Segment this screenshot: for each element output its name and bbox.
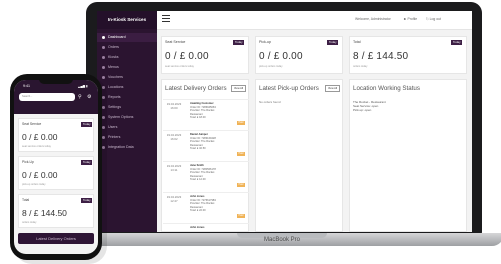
pickup-status: Pick-up: open	[353, 108, 372, 112]
today-badge: Today	[327, 40, 339, 45]
phone-stat-card-pickup: Pick-Up Today 0 / £ 0.00 pick-up orders …	[18, 156, 94, 190]
location-status-panel: Location Working Status The Rocket - Res…	[349, 79, 467, 232]
stat-card-pickup: Pick-up Today 0 / £ 0.00 pick-up orders …	[255, 36, 343, 74]
location-status-lines: The Rocket - Restaurant Seat Service: op…	[353, 100, 386, 112]
panel-title: Location Working Status	[353, 85, 420, 92]
stat-value: 0 / £ 0.00	[22, 132, 58, 142]
logout-link[interactable]: ⎋ Log out	[426, 17, 441, 21]
sidebar-item-menus[interactable]: Menus	[97, 63, 157, 72]
today-badge: Today	[451, 40, 463, 45]
stat-value: 0 / £ 0.00	[22, 170, 58, 180]
order-date: 19.04.2023 12:47	[166, 195, 182, 203]
today-badge: Today	[233, 40, 245, 45]
sidebar-item-vouchers[interactable]: Vouchers	[97, 73, 157, 82]
card-title: Total	[22, 198, 30, 202]
order-date: 19.04.2023 16:00	[166, 102, 182, 110]
stat-card-seat-service: Seat Service Today 0 / £ 0.00 seat servi…	[161, 36, 249, 74]
panel-title: Latest Delivery Orders	[165, 85, 227, 92]
sidebar-item-label: Vouchers	[108, 75, 123, 79]
stat-subtext: seat service orders today	[22, 145, 51, 148]
hamburger-menu-icon[interactable]	[162, 15, 170, 22]
kiosk-icon	[102, 55, 105, 59]
stat-value: 8 / £ 144.50	[353, 51, 409, 62]
profile-label: Profile	[407, 17, 418, 21]
order-details: Jane Smith Order ID: 7280566178 Provider: …	[190, 164, 216, 181]
phone-clock: 9:41	[23, 84, 30, 88]
profile-link[interactable]: ☻ Profile	[403, 17, 417, 21]
card-title: Seat Service	[22, 122, 42, 126]
order-status-tag: Paid	[237, 121, 245, 125]
sidebar-item-label: Integration Data	[108, 145, 134, 149]
order-row[interactable]: 19.04.2023 16:00 Awaiting Customer Order I…	[163, 99, 249, 130]
sidebar-item-label: Users	[108, 125, 118, 129]
stat-subtext: pick-up orders today	[259, 65, 283, 68]
menu-icon	[102, 65, 105, 69]
order-row[interactable]: 19.04.2023 13:11 Jane Smith Order ID: 7280…	[163, 161, 249, 192]
stat-subtext: orders today	[353, 65, 368, 68]
order-date: 19.04.2023 13:11	[166, 164, 182, 172]
today-badge: Today	[81, 160, 93, 165]
search-input[interactable]: Search...	[19, 93, 75, 101]
welcome-text: Welcome, Administrator	[355, 17, 391, 21]
stat-subtext: seat service orders today	[165, 65, 194, 68]
order-details: Awaiting Customer Order ID: 7286945063 Pro…	[190, 102, 216, 119]
sidebar-item-label: Locations	[108, 85, 124, 89]
order-details: Daniel Jumper Order ID: 7283169428 Provide…	[190, 133, 216, 150]
order-status-tag: Paid	[237, 183, 245, 187]
panel-title: Latest Pick-up Orders	[259, 85, 319, 92]
stat-subtext: orders today	[22, 221, 37, 224]
phone-notch	[39, 78, 73, 84]
orders-icon	[102, 45, 105, 49]
sidebar-item-label: Orders	[108, 45, 119, 49]
order-date: 19.04.2023 16:02	[166, 133, 182, 141]
stat-card-total: Total Today 8 / £ 144.50 orders today	[349, 36, 467, 74]
order-status-tag: Paid	[237, 214, 245, 218]
signal-battery-icon: ▂▄▆ ▮	[78, 84, 88, 88]
laptop-model-label: MacBook Pro	[263, 237, 300, 243]
order-row[interactable]: 19.04.2023 12:47 John Jones Order ID: 7276…	[163, 192, 249, 223]
stat-value: 8 / £ 144.50	[22, 208, 67, 218]
sidebar-item-dashboard[interactable]: Dashboard	[97, 33, 157, 42]
phone-screen: 9:41 ▂▄▆ ▮ Search... ⚲ ⚙ Seat Service To…	[14, 80, 98, 254]
today-badge: Today	[81, 198, 93, 203]
order-status-tag: Paid	[237, 152, 245, 156]
today-badge: Today	[81, 122, 93, 127]
order-details: John Jones	[190, 226, 205, 229]
stat-subtext: pick-up orders today	[22, 183, 46, 186]
order-row[interactable]: 19.04.2023 16:02 Daniel Jumper Order ID: 7…	[163, 130, 249, 161]
laptop-screen: In-Kiosk Services Dashboard Orders Kiosk…	[97, 11, 472, 232]
card-title: Pick-up	[259, 40, 271, 44]
order-details: John Jones Order ID: 7276617983 Provider: …	[190, 195, 216, 212]
top-bar	[157, 11, 472, 30]
delivery-view-all-button[interactable]: View All	[231, 85, 247, 92]
stat-value: 0 / £ 0.00	[259, 51, 303, 62]
logout-label: Log out	[429, 17, 441, 21]
latest-delivery-orders-button[interactable]: Latest Delivery Orders	[18, 233, 94, 244]
order-row[interactable]: John Jones	[163, 223, 249, 232]
sidebar-item-label: Settings	[108, 105, 121, 109]
app-brand[interactable]: In-Kiosk Services	[97, 11, 157, 29]
pickup-orders-panel: Latest Pick-up Orders View All No orders…	[255, 79, 343, 232]
sidebar-item-label: Printers	[108, 135, 121, 139]
phone-stat-card-seat-service: Seat Service Today 0 / £ 0.00 seat servi…	[18, 118, 94, 152]
sidebar-item-label: Reports	[108, 95, 121, 99]
card-title: Pick-Up	[22, 160, 34, 164]
sidebar-item-label: Dashboard	[108, 35, 126, 39]
card-title: Seat Service	[165, 40, 186, 44]
stat-value: 0 / £ 0.00	[165, 51, 209, 62]
dashboard-icon	[102, 35, 105, 39]
sidebar-item-label: Menus	[108, 65, 119, 69]
sidebar-item-label: Kiosks	[108, 55, 119, 59]
delivery-orders-panel: Latest Delivery Orders View All 19.04.20…	[161, 79, 249, 232]
sidebar-item-orders[interactable]: Orders	[97, 43, 157, 52]
sidebar-item-kiosks[interactable]: Kiosks	[97, 53, 157, 62]
gear-icon[interactable]: ⚙	[87, 93, 91, 101]
pickup-view-all-button[interactable]: View All	[325, 85, 341, 92]
empty-message: No orders found	[259, 100, 281, 104]
phone-stat-card-total: Total Today 8 / £ 144.50 orders today	[18, 194, 94, 228]
search-icon[interactable]: ⚲	[78, 93, 82, 101]
card-title: Total	[353, 40, 361, 44]
sidebar-item-label: System Options	[108, 115, 134, 119]
voucher-icon	[102, 75, 105, 79]
